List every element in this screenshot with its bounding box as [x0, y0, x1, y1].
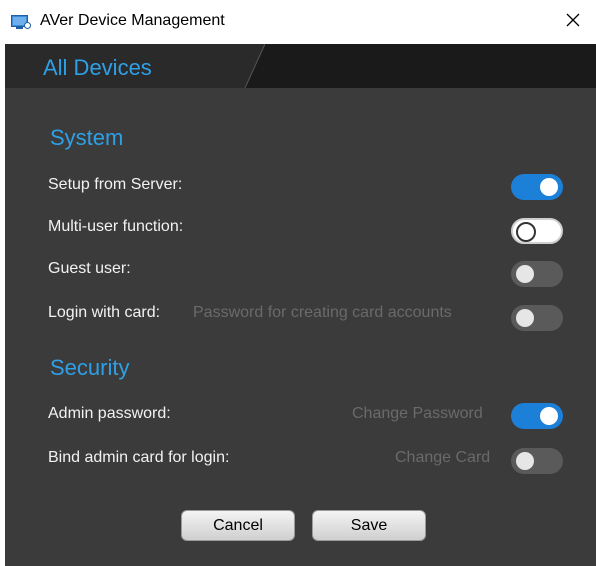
guest-user-label: Guest user:	[48, 260, 131, 277]
section-title-security: Security	[50, 355, 130, 380]
save-button[interactable]: Save	[312, 510, 426, 541]
window-title: AVer Device Management	[40, 12, 225, 29]
title-bar[interactable]: AVer Device Management	[0, 0, 596, 44]
login-with-card-toggle[interactable]	[511, 305, 563, 331]
admin-password-toggle[interactable]	[511, 403, 563, 429]
app-icon	[11, 14, 31, 30]
tab-bar: All Devices	[5, 44, 596, 88]
card-password-link[interactable]: Password for creating card accounts	[193, 304, 452, 322]
app-window: AVer Device Management All Devices Syste…	[0, 0, 596, 566]
section-title-system: System	[50, 125, 124, 150]
bind-admin-card-label: Bind admin card for login:	[48, 449, 230, 466]
main-panel: All Devices System Setup from Server: Mu…	[5, 44, 596, 566]
cancel-button[interactable]: Cancel	[181, 510, 295, 541]
close-button[interactable]	[550, 0, 596, 44]
login-with-card-label: Login with card:	[48, 304, 161, 321]
tab-all-devices[interactable]: All Devices	[43, 55, 152, 81]
setup-from-server-toggle[interactable]	[511, 174, 563, 200]
guest-user-toggle[interactable]	[511, 261, 563, 287]
multi-user-toggle[interactable]	[511, 218, 563, 244]
setup-from-server-label: Setup from Server:	[48, 176, 183, 193]
change-password-link[interactable]: Change Password	[352, 405, 483, 423]
admin-password-label: Admin password:	[48, 405, 171, 422]
close-icon	[566, 13, 580, 32]
change-card-link[interactable]: Change Card	[395, 449, 490, 467]
bind-admin-card-toggle[interactable]	[511, 448, 563, 474]
multi-user-label: Multi-user function:	[48, 218, 184, 235]
